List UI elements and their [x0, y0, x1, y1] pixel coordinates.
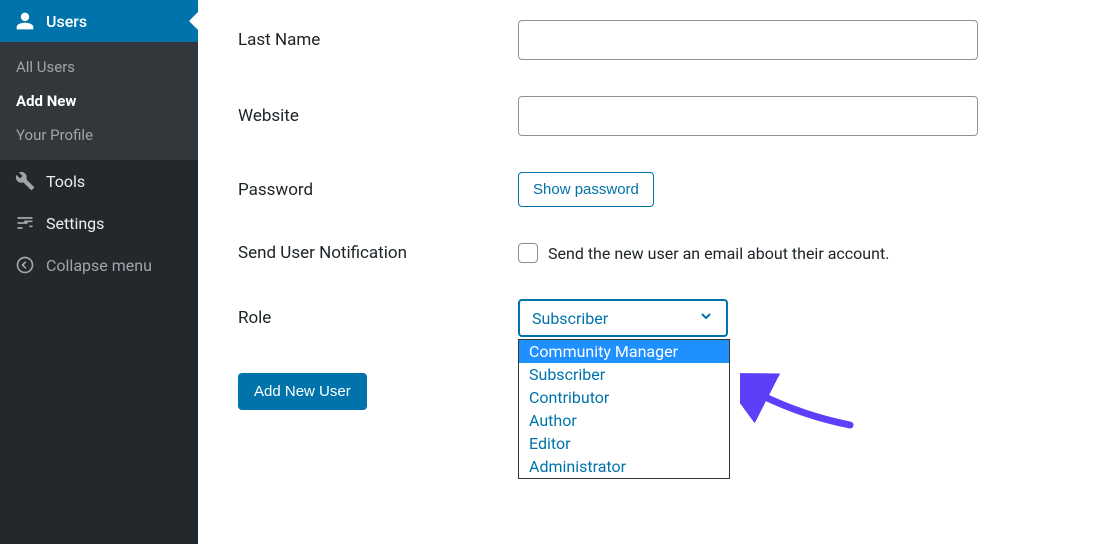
- sliders-icon: [14, 212, 36, 234]
- role-option-community-manager[interactable]: Community Manager: [519, 340, 729, 363]
- sidebar-submenu-users: All Users Add New Your Profile: [0, 42, 198, 160]
- row-notification: Send User Notification Send the new user…: [238, 243, 1060, 263]
- label-last-name: Last Name: [238, 30, 518, 50]
- chevron-down-icon: [698, 308, 714, 328]
- role-selected-value: Subscriber: [532, 309, 608, 328]
- sidebar-item-settings[interactable]: Settings: [0, 202, 198, 244]
- main-content: Last Name Website Password Show password…: [198, 0, 1100, 466]
- user-icon: [14, 10, 36, 32]
- label-role: Role: [238, 308, 518, 328]
- input-website[interactable]: [518, 96, 978, 136]
- sidebar-item-tools[interactable]: Tools: [0, 160, 198, 202]
- sidebar-item-label: Collapse menu: [46, 256, 152, 275]
- row-website: Website: [238, 96, 1060, 136]
- label-notification: Send User Notification: [238, 243, 518, 263]
- role-option-contributor[interactable]: Contributor: [519, 386, 729, 409]
- show-password-button[interactable]: Show password: [518, 172, 654, 207]
- wrench-icon: [14, 170, 36, 192]
- role-dropdown: Community Manager Subscriber Contributor…: [518, 339, 730, 479]
- sidebar-item-label: Tools: [46, 172, 85, 191]
- notification-control: Send the new user an email about their a…: [518, 243, 889, 263]
- add-new-user-button[interactable]: Add New User: [238, 373, 367, 410]
- input-last-name[interactable]: [518, 20, 978, 60]
- role-option-subscriber[interactable]: Subscriber: [519, 363, 729, 386]
- sidebar-sub-all-users[interactable]: All Users: [0, 50, 198, 84]
- sidebar-collapse[interactable]: Collapse menu: [0, 244, 198, 286]
- admin-sidebar: Users All Users Add New Your Profile Too…: [0, 0, 198, 544]
- row-password: Password Show password: [238, 172, 1060, 207]
- checkbox-notification[interactable]: [518, 243, 538, 263]
- role-select-wrapper: Subscriber Community Manager Subscriber …: [518, 299, 728, 337]
- sidebar-item-label: Users: [46, 12, 87, 31]
- label-website: Website: [238, 106, 518, 126]
- sidebar-item-users[interactable]: Users: [0, 0, 198, 42]
- sidebar-sub-add-new[interactable]: Add New: [0, 84, 198, 118]
- notification-help-text: Send the new user an email about their a…: [548, 244, 889, 263]
- collapse-icon: [14, 254, 36, 276]
- sidebar-item-label: Settings: [46, 214, 104, 233]
- label-password: Password: [238, 180, 518, 200]
- role-option-author[interactable]: Author: [519, 409, 729, 432]
- role-option-editor[interactable]: Editor: [519, 432, 729, 455]
- row-last-name: Last Name: [238, 20, 1060, 60]
- role-select[interactable]: Subscriber: [518, 299, 728, 337]
- row-role: Role Subscriber Community Manager Subscr…: [238, 299, 1060, 337]
- role-option-administrator[interactable]: Administrator: [519, 455, 729, 478]
- sidebar-sub-your-profile[interactable]: Your Profile: [0, 118, 198, 152]
